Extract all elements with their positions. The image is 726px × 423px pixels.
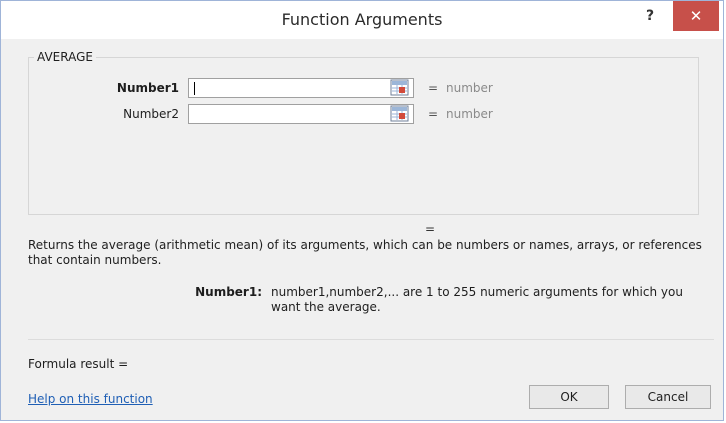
function-description: Returns the average (arithmetic mean) of… <box>28 238 702 267</box>
number2-label-wrap: Number2 <box>41 104 179 124</box>
number2-result: number <box>446 107 493 121</box>
help-on-function-link[interactable]: Help on this function <box>28 392 153 406</box>
number2-label: Number2 <box>123 107 179 121</box>
number1-equals: = <box>428 81 439 95</box>
argument-help-text: number1,number2,... are 1 to 255 numeric… <box>271 285 683 314</box>
function-arguments-dialog: Function Arguments ? ✕ AVERAGE Number1 =… <box>0 0 724 421</box>
argument-help-name: Number1: <box>195 285 262 299</box>
range-selector-icon[interactable] <box>390 105 410 123</box>
function-name-label: AVERAGE <box>34 50 96 64</box>
close-icon: ✕ <box>689 7 703 25</box>
number1-label-wrap: Number1 <box>41 78 179 98</box>
help-button[interactable]: ? <box>639 5 661 27</box>
title-bar: Function Arguments ? ✕ <box>1 1 723 39</box>
number1-result: number <box>446 81 493 95</box>
ok-button[interactable]: OK <box>529 385 609 409</box>
formula-result-label: Formula result = <box>28 357 129 371</box>
number1-label: Number1 <box>116 81 179 95</box>
number2-input[interactable] <box>188 104 414 124</box>
dialog-body: AVERAGE Number1 = number Number2 = numbe… <box>1 39 723 420</box>
number1-input[interactable] <box>188 78 414 98</box>
number2-equals: = <box>428 107 439 121</box>
range-selector-icon[interactable] <box>390 79 410 97</box>
divider <box>28 339 714 340</box>
cancel-button[interactable]: Cancel <box>625 385 711 409</box>
function-result-equals: = <box>425 222 436 236</box>
close-button[interactable]: ✕ <box>673 1 719 31</box>
dialog-title: Function Arguments <box>281 10 443 29</box>
text-caret <box>194 82 195 95</box>
